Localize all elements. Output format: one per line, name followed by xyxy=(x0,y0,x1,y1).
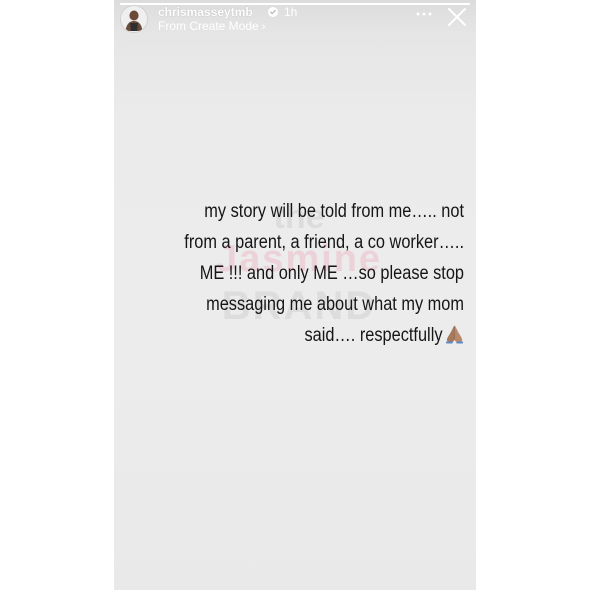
story-header: chrismasseytmb 1h From Create Mode › xyxy=(120,5,470,35)
more-horizontal-icon[interactable] xyxy=(414,7,434,21)
story-text-line: my story will be told from me….. not xyxy=(204,201,464,222)
folded-hands-icon xyxy=(445,325,464,344)
story-text-line: ME !!! and only ME …so please stop xyxy=(199,263,465,284)
profile-avatar[interactable] xyxy=(120,5,148,33)
story-text-line-last: said…. respectfully xyxy=(172,320,464,351)
close-icon[interactable] xyxy=(446,6,468,28)
create-mode-link[interactable]: From Create Mode › xyxy=(158,19,265,34)
story-text-line: messaging me about what my mom xyxy=(206,294,464,315)
post-time: 1h xyxy=(284,5,298,19)
username-link[interactable]: chrismasseytmb xyxy=(158,5,253,19)
verified-badge-icon xyxy=(268,7,278,17)
chevron-right-icon: › xyxy=(261,21,266,33)
story-viewer[interactable]: chrismasseytmb 1h From Create Mode › the … xyxy=(114,0,476,590)
story-text-line-label: said…. respectfully xyxy=(304,325,443,346)
story-text-line: from a parent, a friend, a co worker….. xyxy=(184,232,464,253)
story-text: my story will be told from me….. not fro… xyxy=(172,196,464,351)
avatar-photo-icon xyxy=(121,6,147,32)
create-mode-label: From Create Mode xyxy=(158,19,259,33)
page: chrismasseytmb 1h From Create Mode › the … xyxy=(0,0,590,590)
